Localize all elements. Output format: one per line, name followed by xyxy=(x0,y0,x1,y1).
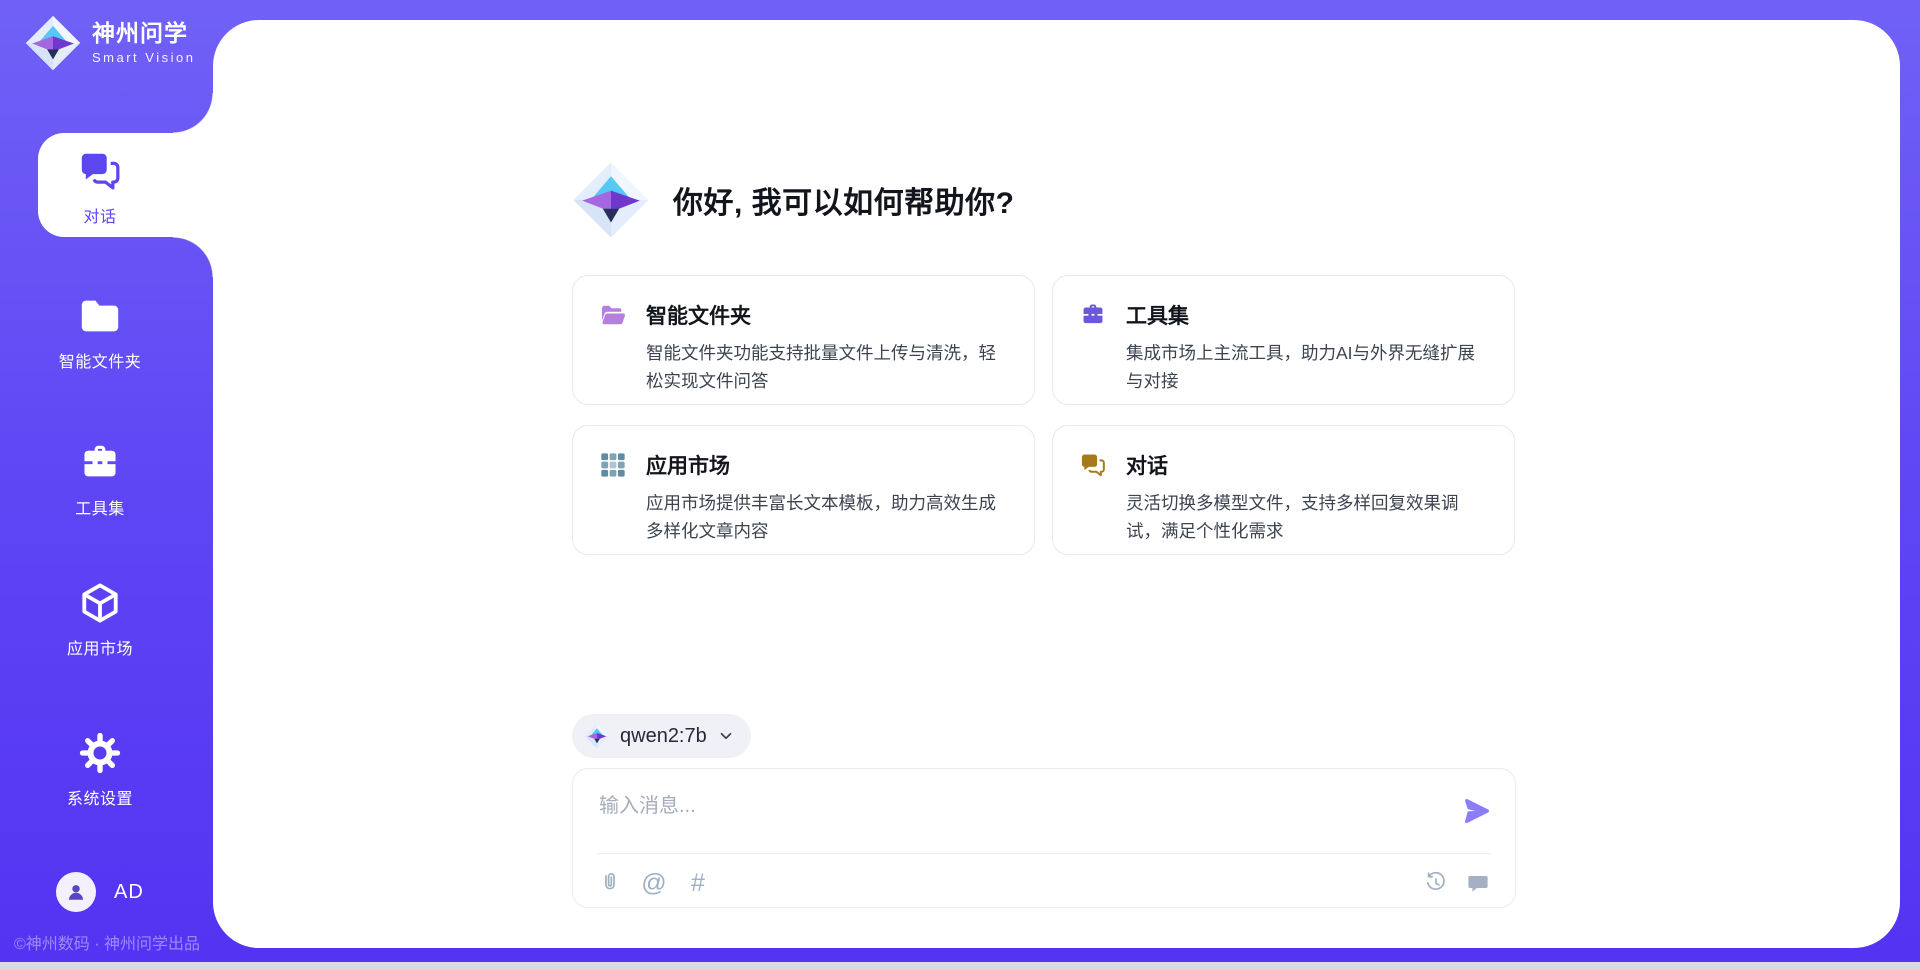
sidebar-item-label: 对话 xyxy=(83,203,116,227)
active-nav-curve-top xyxy=(173,93,213,133)
active-nav-curve-bottom xyxy=(173,237,213,277)
sidebar-item-smart-folder[interactable]: 智能文件夹 xyxy=(0,293,200,372)
assistant-diamond-icon xyxy=(571,160,651,240)
card-description: 智能文件夹功能支持批量文件上传与清洗，轻松实现文件问答 xyxy=(646,339,1010,395)
model-name: qwen2:7b xyxy=(620,725,707,748)
person-icon xyxy=(63,879,89,905)
card-title: 智能文件夹 xyxy=(646,300,1010,330)
brand-subtitle: Smart Vision xyxy=(92,50,195,65)
card-chat[interactable]: 对话 灵活切换多模型文件，支持多样回复效果调试，满足个性化需求 xyxy=(1052,425,1515,555)
composer-toolbar-right xyxy=(1423,870,1491,896)
sidebar-item-app-market[interactable]: 应用市场 xyxy=(0,580,200,659)
folder-icon xyxy=(77,293,123,339)
user-account[interactable]: AD xyxy=(56,872,144,912)
card-description: 应用市场提供丰富长文本模板，助力高效生成多样化文章内容 xyxy=(646,489,1010,545)
avatar xyxy=(56,872,96,912)
sidebar-item-chat[interactable]: 对话 xyxy=(0,148,200,227)
composer-toolbar: @ # xyxy=(597,863,1491,903)
greeting-title: 你好, 我可以如何帮助你? xyxy=(673,178,1015,222)
copyright-footer: ©神州数码 · 神州问学出品 xyxy=(14,930,200,954)
sidebar-item-label: 应用市场 xyxy=(67,635,133,659)
sidebar-item-label: 工具集 xyxy=(75,495,125,519)
greeting: 你好, 我可以如何帮助你? xyxy=(571,160,1015,240)
feature-cards: 智能文件夹 智能文件夹功能支持批量文件上传与清洗，轻松实现文件问答 工具集 集成… xyxy=(572,275,1515,555)
sidebar-item-label: 智能文件夹 xyxy=(59,348,142,372)
sidebar-item-label: 系统设置 xyxy=(67,785,133,809)
card-smart-folder[interactable]: 智能文件夹 智能文件夹功能支持批量文件上传与清洗，轻松实现文件问答 xyxy=(572,275,1035,405)
chevron-down-icon xyxy=(717,727,735,745)
sidebar-item-toolset[interactable]: 工具集 xyxy=(0,440,200,519)
chat-bubble-icon xyxy=(1466,871,1490,895)
card-description: 灵活切换多模型文件，支持多样回复效果调试，满足个性化需求 xyxy=(1126,489,1490,545)
folder-open-icon xyxy=(599,301,627,329)
topic-button[interactable]: # xyxy=(685,870,711,896)
card-title: 应用市场 xyxy=(646,450,1010,480)
card-toolset[interactable]: 工具集 集成市场上主流工具，助力AI与外界无缝扩展与对接 xyxy=(1052,275,1515,405)
cube-icon xyxy=(77,580,123,626)
hash-icon: # xyxy=(691,871,705,896)
sidebar-item-settings[interactable]: 系统设置 xyxy=(0,730,200,809)
card-title: 工具集 xyxy=(1126,300,1490,330)
grid-icon xyxy=(599,451,627,479)
toolbox-icon xyxy=(77,440,123,486)
card-app-market[interactable]: 应用市场 应用市场提供丰富长文本模板，助力高效生成多样化文章内容 xyxy=(572,425,1035,555)
message-input[interactable] xyxy=(597,787,1451,847)
main-panel: 你好, 我可以如何帮助你? 智能文件夹 智能文件夹功能支持批量文件上传与清洗，轻… xyxy=(213,20,1900,948)
message-composer: @ # xyxy=(572,768,1516,908)
sidebar: 神州问学 Smart Vision 对话 智能文件夹 工具集 应用市场 系统设置… xyxy=(0,0,213,962)
attach-file-button[interactable] xyxy=(597,870,623,896)
history-icon xyxy=(1424,871,1448,895)
model-selector[interactable]: qwen2:7b xyxy=(572,714,751,758)
brand-diamond-icon xyxy=(24,14,82,72)
at-icon: @ xyxy=(641,871,666,896)
brand-logo: 神州问学 Smart Vision xyxy=(24,14,195,72)
mention-button[interactable]: @ xyxy=(641,870,667,896)
composer-divider xyxy=(597,853,1491,854)
send-icon[interactable] xyxy=(1461,795,1493,827)
toolbox-icon xyxy=(1079,301,1107,329)
new-chat-button[interactable] xyxy=(1465,870,1491,896)
model-diamond-icon xyxy=(584,723,610,749)
user-name: AD xyxy=(114,881,144,904)
gear-icon xyxy=(77,730,123,776)
chat-icon xyxy=(1079,451,1107,479)
history-button[interactable] xyxy=(1423,870,1449,896)
paperclip-icon xyxy=(598,871,622,895)
brand-name: 神州问学 xyxy=(92,21,195,46)
card-title: 对话 xyxy=(1126,450,1490,480)
chat-icon xyxy=(77,148,123,194)
card-description: 集成市场上主流工具，助力AI与外界无缝扩展与对接 xyxy=(1126,339,1490,395)
